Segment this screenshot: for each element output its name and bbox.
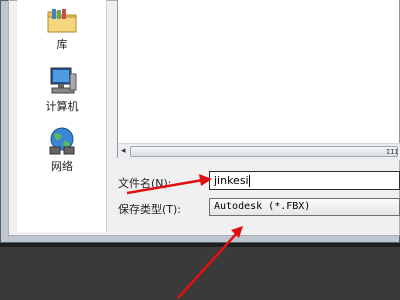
savetype-select[interactable]: Autodesk (*.FBX) (209, 198, 400, 216)
text-caret (248, 175, 250, 187)
sidebar-item-library[interactable]: 库 (17, 6, 107, 52)
sidebar-item-label: 网络 (51, 160, 73, 173)
computer-icon (50, 67, 77, 94)
library-icon (47, 9, 77, 33)
grip-icon: III (386, 148, 399, 156)
navigation-sidebar: 库 计算机 网络 (17, 0, 107, 232)
sidebar-item-computer[interactable]: 计算机 (17, 66, 107, 114)
file-list[interactable] (117, 0, 400, 158)
horizontal-scrollbar[interactable]: ◂ III (118, 143, 400, 160)
savetype-value: Autodesk (*.FBX) (214, 201, 311, 212)
filename-label: 文件名(N): (118, 177, 172, 190)
dialog-shadow (0, 243, 400, 247)
scrollbar-thumb[interactable]: III (130, 146, 399, 157)
savetype-label: 保存类型(T): (118, 203, 182, 216)
filename-value: jinkesi (214, 174, 249, 187)
scroll-left-icon[interactable]: ◂ (121, 146, 126, 156)
network-icon (49, 127, 75, 155)
sidebar-item-label: 库 (56, 38, 68, 51)
sidebar-item-label: 计算机 (45, 100, 79, 113)
sidebar-item-network[interactable]: 网络 (17, 126, 107, 174)
filename-input[interactable]: jinkesi (209, 171, 400, 190)
